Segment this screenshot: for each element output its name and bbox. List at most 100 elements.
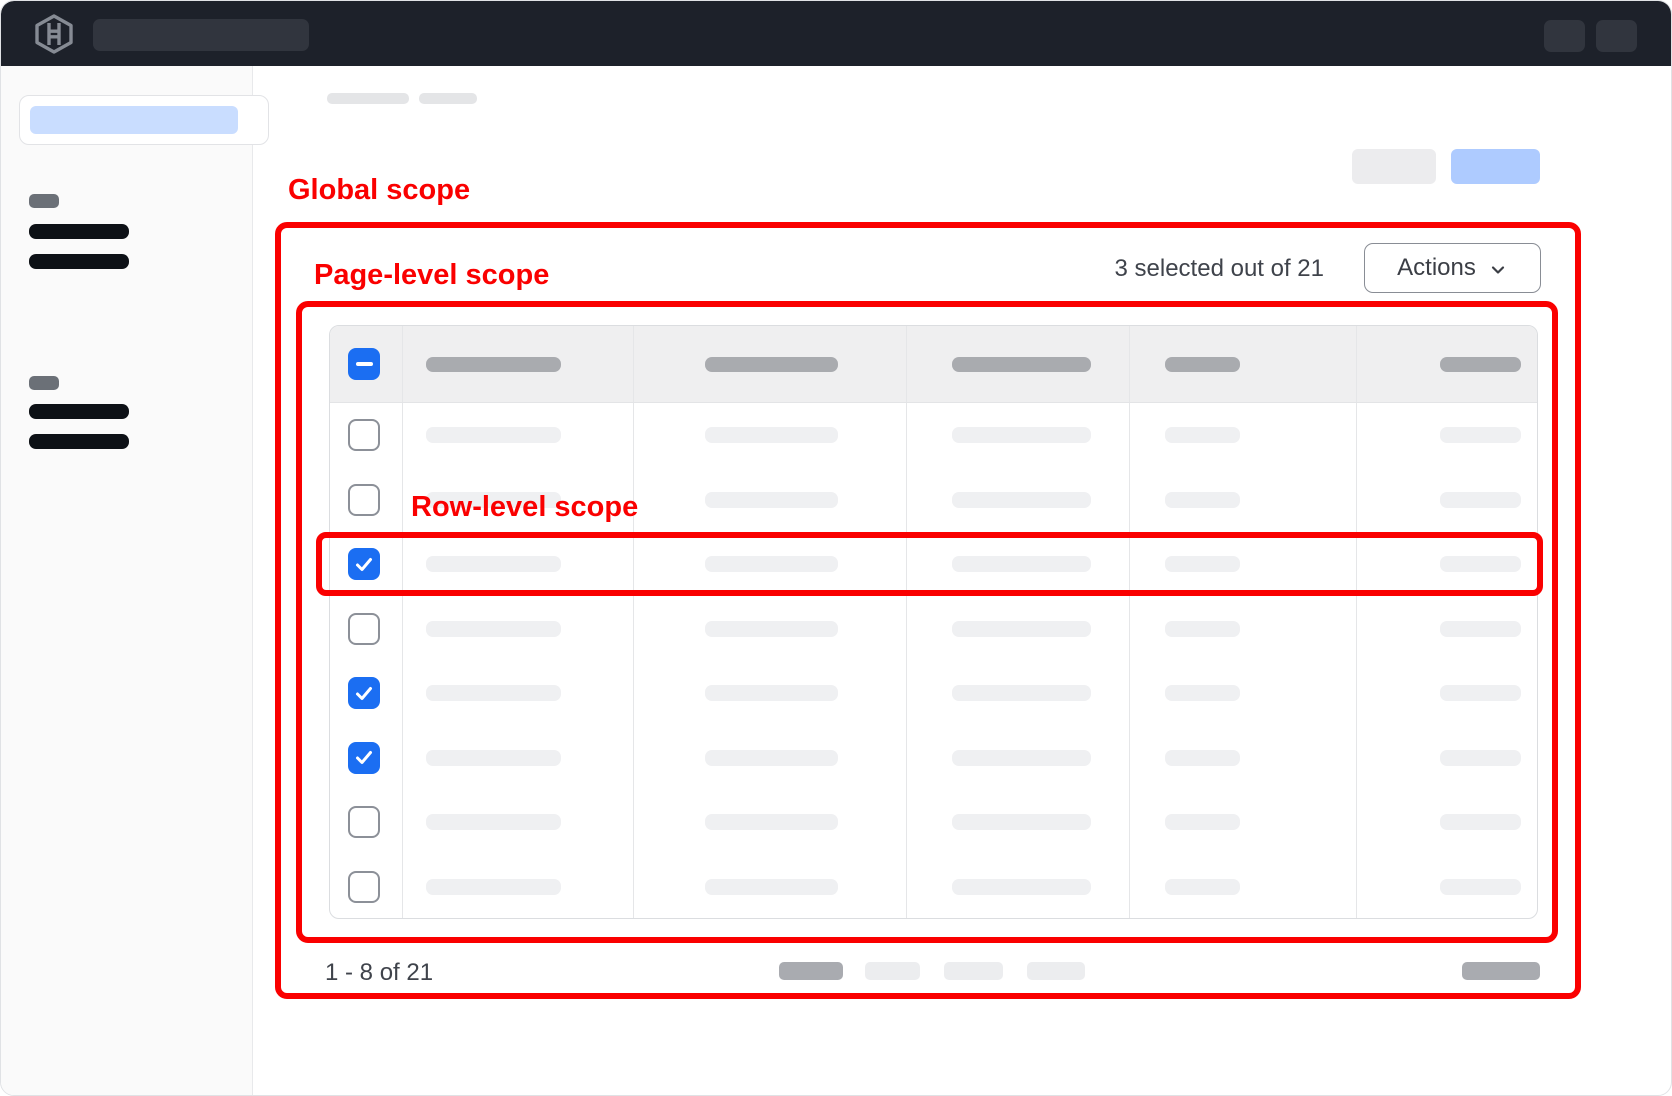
row-cell <box>906 532 1129 597</box>
primary-button-skeleton[interactable] <box>1451 149 1540 184</box>
cell-skeleton <box>1440 879 1521 895</box>
row-cell <box>402 726 633 791</box>
row-checkbox[interactable] <box>348 484 380 516</box>
actions-dropdown-button[interactable]: Actions <box>1364 243 1541 293</box>
table-row <box>330 661 1537 726</box>
row-cell <box>1356 597 1538 662</box>
sidebar-item-active[interactable] <box>19 95 269 145</box>
cell-skeleton <box>705 685 838 701</box>
row-cell <box>1129 403 1356 468</box>
table-row <box>330 855 1537 920</box>
pager-next-skeleton[interactable] <box>1462 962 1540 980</box>
cell-skeleton <box>1165 879 1240 895</box>
cell-skeleton <box>1440 814 1521 830</box>
row-checkbox-cell <box>330 532 402 597</box>
page-scope-label: Page-level scope <box>314 258 549 292</box>
data-table <box>329 325 1538 919</box>
table-row <box>330 532 1537 597</box>
row-checkbox[interactable] <box>348 613 380 645</box>
cell-skeleton <box>426 814 561 830</box>
pager-page-skeleton[interactable] <box>1027 962 1085 980</box>
secondary-button-skeleton[interactable] <box>1352 149 1436 184</box>
breadcrumb-skeleton <box>419 93 477 104</box>
row-cell <box>1129 790 1356 855</box>
user-menu-skeleton[interactable] <box>1596 20 1637 52</box>
cell-skeleton <box>1440 492 1521 508</box>
header-checkbox-cell <box>330 326 402 402</box>
cell-skeleton <box>1440 427 1521 443</box>
header-cell <box>633 326 906 402</box>
table-row <box>330 597 1537 662</box>
row-checkbox[interactable] <box>348 548 380 580</box>
row-cell <box>402 403 633 468</box>
sidebar-item-skeleton[interactable] <box>29 434 129 449</box>
pager-page-skeleton[interactable] <box>865 962 920 980</box>
row-cell <box>1129 661 1356 726</box>
row-scope-label: Row-level scope <box>411 490 638 524</box>
topbar-icon-skeleton[interactable] <box>1544 20 1585 52</box>
row-cell <box>402 532 633 597</box>
cell-skeleton <box>1165 750 1240 766</box>
row-cell <box>1129 855 1356 920</box>
search-input[interactable] <box>93 19 309 51</box>
column-header-skeleton <box>1440 357 1521 372</box>
chevron-down-icon <box>1488 260 1508 280</box>
cell-skeleton <box>1440 556 1521 572</box>
row-cell <box>633 855 906 920</box>
active-item-skeleton <box>30 106 238 134</box>
cell-skeleton <box>952 750 1091 766</box>
pager-page-skeleton[interactable] <box>944 962 1003 980</box>
row-cell <box>906 468 1129 533</box>
sidebar-item-skeleton[interactable] <box>29 404 129 419</box>
cell-skeleton <box>1165 685 1240 701</box>
row-cell <box>633 790 906 855</box>
row-cell <box>1129 726 1356 791</box>
cell-skeleton <box>705 814 838 830</box>
row-cell <box>1356 790 1538 855</box>
table-row <box>330 726 1537 791</box>
row-cell <box>906 597 1129 662</box>
row-cell <box>633 597 906 662</box>
cell-skeleton <box>426 685 561 701</box>
global-scope-label: Global scope <box>288 173 470 207</box>
row-checkbox[interactable] <box>348 806 380 838</box>
row-checkbox[interactable] <box>348 871 380 903</box>
table-row <box>330 403 1537 468</box>
cell-skeleton <box>705 750 838 766</box>
cell-skeleton <box>952 879 1091 895</box>
cell-skeleton <box>705 556 838 572</box>
row-cell <box>633 403 906 468</box>
row-cell <box>1129 532 1356 597</box>
header-cell <box>1356 326 1538 402</box>
sidebar-item-skeleton[interactable] <box>29 254 129 269</box>
cell-skeleton <box>705 492 838 508</box>
cell-skeleton <box>426 621 561 637</box>
row-cell <box>1129 597 1356 662</box>
cell-skeleton <box>1165 621 1240 637</box>
cell-skeleton <box>952 556 1091 572</box>
row-cell <box>906 790 1129 855</box>
check-icon <box>355 557 373 572</box>
topbar <box>1 1 1672 66</box>
header-cell <box>906 326 1129 402</box>
column-header-skeleton <box>705 357 838 372</box>
cell-skeleton <box>1440 685 1521 701</box>
row-checkbox[interactable] <box>348 677 380 709</box>
table-body <box>330 403 1537 919</box>
cell-skeleton <box>426 750 561 766</box>
cell-skeleton <box>952 814 1091 830</box>
check-icon <box>355 686 373 701</box>
cell-skeleton <box>1165 814 1240 830</box>
pager-prev-skeleton[interactable] <box>779 962 843 980</box>
row-checkbox[interactable] <box>348 742 380 774</box>
sidebar-item-skeleton[interactable] <box>29 224 129 239</box>
row-checkbox[interactable] <box>348 419 380 451</box>
cell-skeleton <box>1165 492 1240 508</box>
column-header-skeleton <box>426 357 561 372</box>
cell-skeleton <box>1440 621 1521 637</box>
select-all-checkbox[interactable] <box>348 348 380 380</box>
table-header-row <box>330 326 1537 403</box>
sidebar-group-label-skeleton <box>29 194 59 208</box>
cell-skeleton <box>1440 750 1521 766</box>
sidebar <box>1 66 253 1096</box>
